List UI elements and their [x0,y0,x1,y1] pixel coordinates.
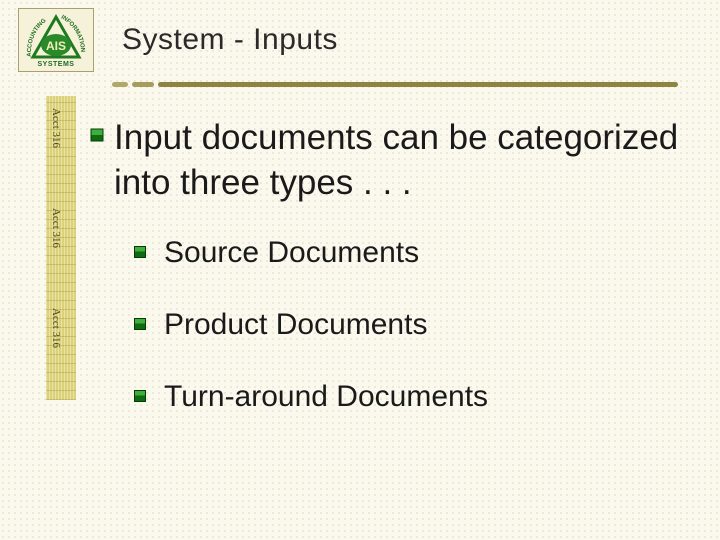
slide-title: System - Inputs [122,23,338,57]
underline-seg [158,82,678,87]
underline-seg [112,82,128,87]
lead-text: Input documents can be categorized into … [100,116,690,206]
item-list: Source Documents Product Documents Tur [100,236,690,414]
sidebar-strip: Acct 316 Acct 316 Acct 316 [46,96,76,400]
ais-logo: AIS SYSTEMS ACCOUNTING INFORMATION [18,8,94,72]
item-label: Turn-around Documents [164,380,488,413]
sidebar-label: Acct 316 [50,308,62,348]
title-underline [112,82,680,88]
underline-seg [132,82,154,87]
list-item: Product Documents [158,308,690,342]
bullet-icon [90,128,104,142]
item-label: Source Documents [164,236,419,269]
sidebar-label: Acct 316 [50,208,62,248]
bullet-icon [134,318,148,332]
list-item: Source Documents [158,236,690,270]
bullet-icon [134,246,148,260]
sidebar-label: Acct 316 [50,108,62,148]
svg-text:AIS: AIS [46,39,66,53]
list-item: Turn-around Documents [158,380,690,414]
item-label: Product Documents [164,308,427,341]
slide-content: Input documents can be categorized into … [100,116,690,452]
slide-header: AIS SYSTEMS ACCOUNTING INFORMATION Syste… [0,0,720,72]
svg-text:SYSTEMS: SYSTEMS [38,61,75,68]
bullet-icon [134,390,148,404]
lead-text-span: Input documents can be categorized into … [114,118,678,202]
